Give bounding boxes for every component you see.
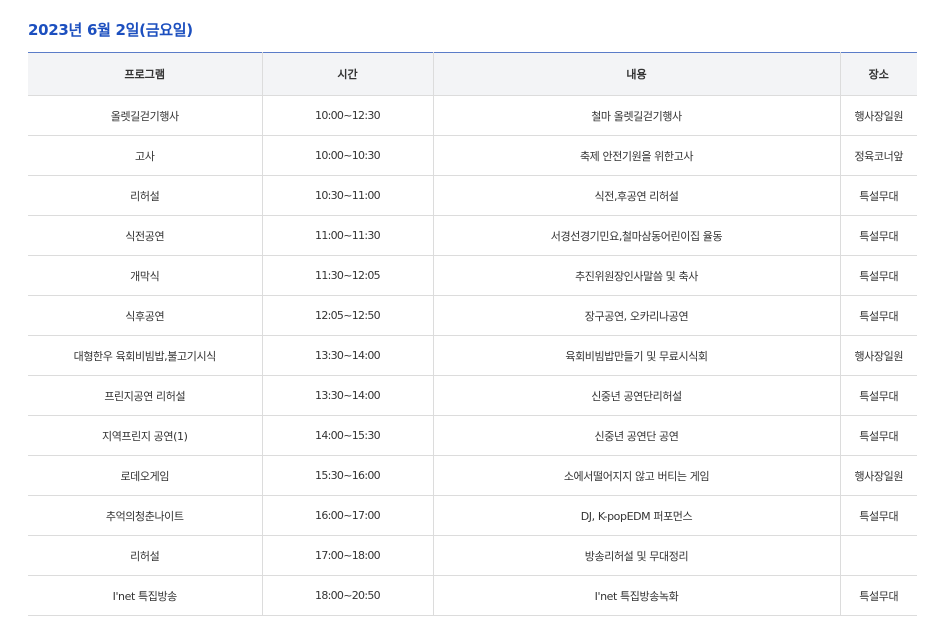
program-cell: 프린지공연 리허설 [28,375,263,416]
content-cell: 추진위원장인사말씀 및 축사 [433,255,841,296]
content-cell: DJ, K-popEDM 퍼포먼스 [433,495,841,536]
content-cell: 방송리허설 및 무대정리 [433,535,841,576]
program-cell: 리허설 [28,535,263,576]
place-cell: 행사장일원 [840,95,917,136]
table-row: I'net 특집방송 18:00~20:50 I'net 특집방송녹화 특설무대 [28,575,917,616]
place-cell: 특설무대 [840,175,917,216]
content-cell: 축제 안전기원을 위한고사 [433,135,841,176]
place-cell: 특설무대 [840,415,917,456]
program-cell: 고사 [28,135,263,176]
header-content: 내용 [433,52,841,96]
time-cell: 10:30~11:00 [262,175,434,216]
program-cell: 로데오게임 [28,455,263,496]
table-row: 개막식 11:30~12:05 추진위원장인사말씀 및 축사 특설무대 [28,255,917,296]
place-cell: 정육코너앞 [840,135,917,176]
time-cell: 17:00~18:00 [262,535,434,576]
place-cell: 특설무대 [840,575,917,616]
table-row: 고사 10:00~10:30 축제 안전기원을 위한고사 정육코너앞 [28,135,917,176]
table-row: 대형한우 육회비빔밥,불고기시식 13:30~14:00 육회비빔밥만들기 및 … [28,335,917,376]
time-cell: 10:00~10:30 [262,135,434,176]
place-cell [840,535,917,576]
place-cell: 특설무대 [840,295,917,336]
time-cell: 13:30~14:00 [262,335,434,376]
content-cell: 장구공연, 오카리나공연 [433,295,841,336]
table-row: 리허설 17:00~18:00 방송리허설 및 무대정리 [28,535,917,576]
content-cell: 서경선경기민요,철마삼동어린이집 율동 [433,215,841,256]
content-cell: 신중년 공연단리허설 [433,375,841,416]
time-cell: 13:30~14:00 [262,375,434,416]
time-cell: 10:00~12:30 [262,95,434,136]
time-cell: 11:00~11:30 [262,215,434,256]
content-cell: 식전,후공연 리허설 [433,175,841,216]
header-time: 시간 [262,52,434,96]
page-title: 2023년 6월 2일(금요일) [28,21,193,39]
program-cell: 추억의청춘나이트 [28,495,263,536]
program-cell: 올렛길걷기행사 [28,95,263,136]
table-row: 식후공연 12:05~12:50 장구공연, 오카리나공연 특설무대 [28,295,917,336]
table-row: 올렛길걷기행사 10:00~12:30 철마 올렛길걷기행사 행사장일원 [28,95,917,136]
header-place: 장소 [840,52,917,96]
table-row: 지역프린지 공연(1) 14:00~15:30 신중년 공연단 공연 특설무대 [28,415,917,456]
content-cell: I'net 특집방송녹화 [433,575,841,616]
table-row: 식전공연 11:00~11:30 서경선경기민요,철마삼동어린이집 율동 특설무… [28,215,917,256]
program-cell: I'net 특집방송 [28,575,263,616]
place-cell: 특설무대 [840,495,917,536]
content-cell: 소에서떨어지지 않고 버티는 게임 [433,455,841,496]
content-cell: 신중년 공연단 공연 [433,415,841,456]
table-row: 리허설 10:30~11:00 식전,후공연 리허설 특설무대 [28,175,917,216]
schedule-table: 프로그램 시간 내용 장소 올렛길걷기행사 10:00~12:30 철마 올렛길… [28,52,917,616]
program-cell: 식전공연 [28,215,263,256]
time-cell: 12:05~12:50 [262,295,434,336]
table-row: 추억의청춘나이트 16:00~17:00 DJ, K-popEDM 퍼포먼스 특… [28,495,917,536]
time-cell: 11:30~12:05 [262,255,434,296]
time-cell: 16:00~17:00 [262,495,434,536]
program-cell: 식후공연 [28,295,263,336]
content-cell: 육회비빔밥만들기 및 무료시식회 [433,335,841,376]
program-cell: 지역프린지 공연(1) [28,415,263,456]
place-cell: 행사장일원 [840,455,917,496]
place-cell: 특설무대 [840,215,917,256]
header-program: 프로그램 [28,52,263,96]
table-row: 프린지공연 리허설 13:30~14:00 신중년 공연단리허설 특설무대 [28,375,917,416]
table-body: 올렛길걷기행사 10:00~12:30 철마 올렛길걷기행사 행사장일원 고사 … [28,95,917,616]
table-row: 로데오게임 15:30~16:00 소에서떨어지지 않고 버티는 게임 행사장일… [28,455,917,496]
program-cell: 대형한우 육회비빔밥,불고기시식 [28,335,263,376]
place-cell: 특설무대 [840,375,917,416]
time-cell: 15:30~16:00 [262,455,434,496]
program-cell: 개막식 [28,255,263,296]
place-cell: 특설무대 [840,255,917,296]
time-cell: 18:00~20:50 [262,575,434,616]
content-cell: 철마 올렛길걷기행사 [433,95,841,136]
header-row: 프로그램 시간 내용 장소 [28,52,917,96]
time-cell: 14:00~15:30 [262,415,434,456]
program-cell: 리허설 [28,175,263,216]
table-header: 프로그램 시간 내용 장소 [28,52,917,96]
place-cell: 행사장일원 [840,335,917,376]
